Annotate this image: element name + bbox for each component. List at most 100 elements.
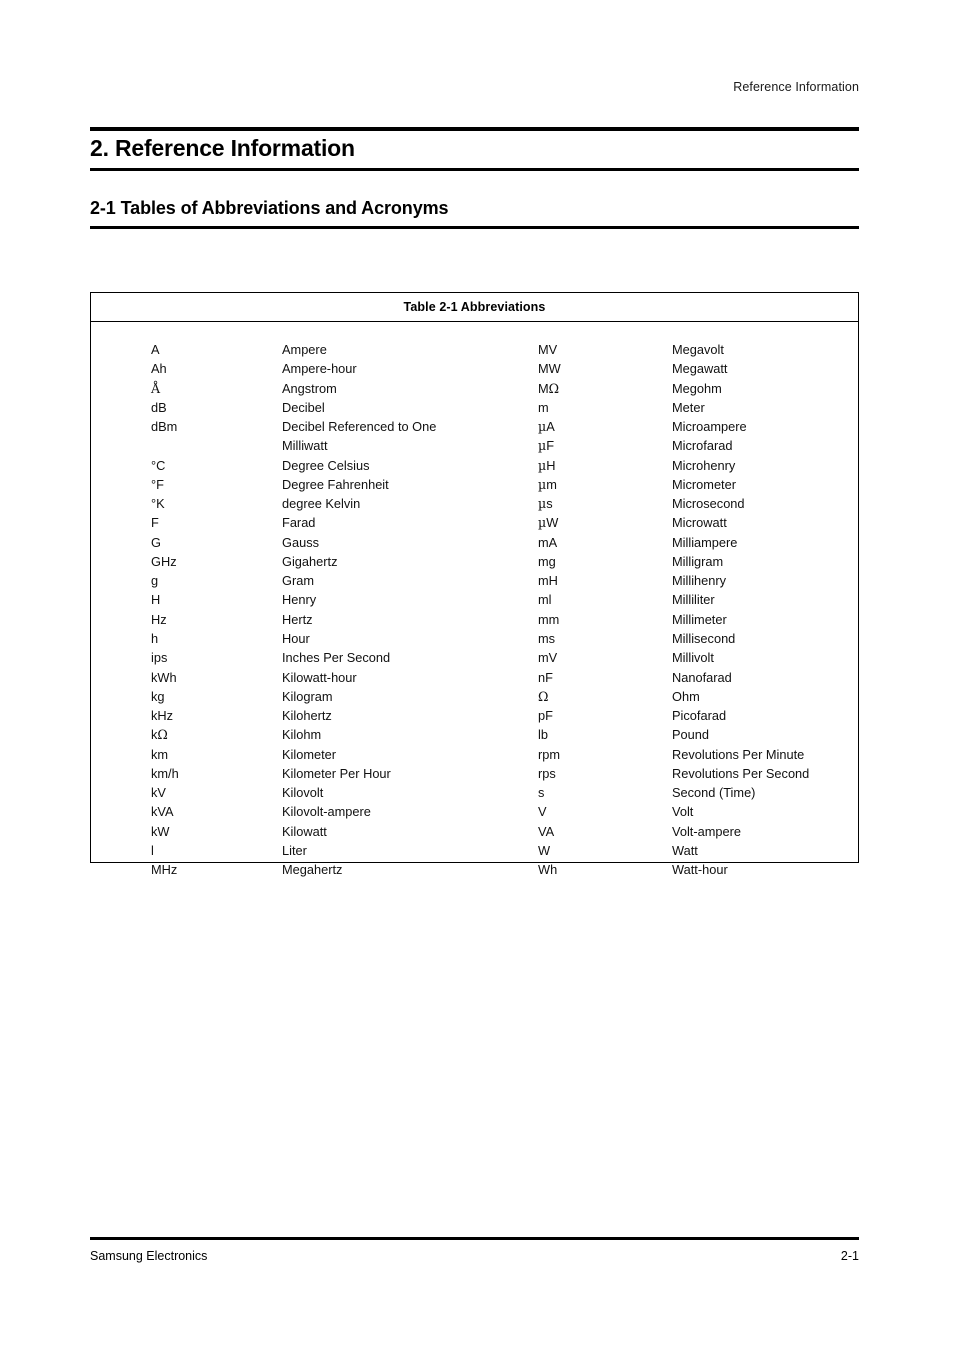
definition-cell: Microfarad: [672, 438, 733, 454]
definition-cell: Volt-ampere: [672, 823, 741, 839]
chapter-title: 2. Reference Information: [90, 135, 355, 161]
definition-cell: Angstrom: [282, 380, 337, 396]
definition-cell: Microampere: [672, 419, 747, 435]
definition-cell: Megawatt: [672, 361, 728, 377]
definition-cell: Ampere: [282, 342, 327, 357]
definition-cell: Ampere-hour: [282, 361, 357, 377]
abbreviation-cell: MW: [538, 361, 561, 377]
table-row: MΩ Megohm: [538, 379, 848, 398]
table-row: rps Revolutions Per Second: [538, 764, 848, 783]
abbreviation-cell: Hz: [151, 611, 167, 627]
abbreviation-cell: dB: [151, 399, 167, 415]
abbreviation-cell: MV: [538, 342, 558, 357]
definition-cell: Gigahertz: [282, 553, 338, 569]
table-row: MV Megavolt: [538, 340, 848, 359]
table-row: MHz Megahertz: [151, 860, 541, 879]
table-row: kΩ Kilohm: [151, 725, 541, 744]
definition-cell: Farad: [282, 515, 316, 531]
table-row: g Gram: [151, 571, 541, 590]
table-row: µA Microampere: [538, 417, 848, 436]
table-row: mm Millimeter: [538, 610, 848, 629]
table-row: Å Angstrom: [151, 379, 541, 398]
table-row: dBm Decibel Referenced to One: [151, 417, 541, 436]
abbreviation-cell: µF: [538, 438, 555, 454]
definition-cell: Volt: [672, 804, 694, 820]
table-row: µW Microwatt: [538, 513, 848, 532]
table-row: ms Millisecond: [538, 629, 848, 648]
chapter-rule-bottom: [90, 167, 859, 171]
table-row: G Gauss: [151, 533, 541, 552]
definition-cell: Microsecond: [672, 496, 745, 512]
abbreviation-cell: ips: [151, 650, 168, 666]
abbreviation-cell: kW: [151, 823, 170, 839]
abbreviation-cell: µA: [538, 419, 555, 435]
abbreviation-cell: m: [538, 399, 549, 415]
abbreviation-cell: Ω: [538, 688, 549, 704]
section-title: 2-1 Tables of Abbreviations and Acronyms: [90, 198, 449, 218]
table-row: kW Kilowatt: [151, 822, 541, 841]
abbreviation-cell: °F: [151, 476, 164, 492]
definition-cell: Megavolt: [672, 342, 724, 357]
definition-cell: Milligram: [672, 553, 724, 569]
table-row: kVA Kilovolt-ampere: [151, 802, 541, 821]
table-row: °F Degree Fahrenheit: [151, 475, 541, 494]
definition-cell: Milliliter: [672, 592, 715, 608]
table-row: VA Volt-ampere: [538, 822, 848, 841]
table-row: Ah Ampere-hour: [151, 359, 541, 378]
abbreviation-cell: mm: [538, 611, 560, 627]
abbreviation-cell: VA: [538, 823, 555, 839]
definition-cell: Megahertz: [282, 862, 343, 878]
document-page: Reference Information 2. Reference Infor…: [0, 0, 954, 1348]
abbreviation-cell: mH: [538, 573, 558, 589]
abbreviation-cell: mg: [538, 553, 556, 569]
table-row: mg Milligram: [538, 552, 848, 571]
table-row: s Second (Time): [538, 783, 848, 802]
table-row: Milliwatt: [151, 436, 541, 455]
abbreviation-cell: µH: [538, 457, 556, 473]
abbreviation-cell: pF: [538, 708, 553, 724]
definition-cell: Kilogram: [282, 688, 333, 704]
definition-cell: Micrometer: [672, 476, 736, 492]
table-row: µs Microsecond: [538, 494, 848, 513]
definition-cell: Millivolt: [672, 650, 714, 666]
chapter-heading-block: 2. Reference Information: [90, 127, 859, 171]
abbreviation-cell: km/h: [151, 765, 179, 781]
abbreviation-cell: s: [538, 785, 545, 801]
definition-cell: degree Kelvin: [282, 496, 361, 512]
abbreviation-cell: A: [151, 342, 160, 357]
table-row: Hz Hertz: [151, 610, 541, 629]
definition-cell: Megohm: [672, 380, 722, 396]
definition-cell: Second (Time): [672, 785, 756, 801]
definition-cell: Millihenry: [672, 573, 727, 589]
table-row: mH Millihenry: [538, 571, 848, 590]
definition-cell: Inches Per Second: [282, 650, 391, 666]
definition-cell: Pound: [672, 727, 710, 743]
table-row: V Volt: [538, 802, 848, 821]
table-row: µF Microfarad: [538, 436, 848, 455]
definition-cell: Watt-hour: [672, 862, 728, 878]
abbreviation-cell: h: [151, 630, 159, 646]
table-row: mA Milliampere: [538, 533, 848, 552]
definition-cell: Degree Celsius: [282, 457, 370, 473]
table-row: kHz Kilohertz: [151, 706, 541, 725]
abbreviation-cell: kVA: [151, 804, 174, 820]
definition-cell: Microhenry: [672, 457, 736, 473]
abbreviation-cell: mA: [538, 534, 558, 550]
running-header: Reference Information: [733, 80, 859, 94]
definition-cell: Kilometer Per Hour: [282, 765, 391, 781]
abbreviation-cell: °K: [151, 496, 165, 512]
table-row: °K degree Kelvin: [151, 494, 541, 513]
table-row: Wh Watt-hour: [538, 860, 848, 879]
table-row: ml Milliliter: [538, 590, 848, 609]
abbreviation-cell: MΩ: [538, 380, 560, 396]
table-row: µm Micrometer: [538, 475, 848, 494]
abbreviation-cell: rps: [538, 765, 556, 781]
table-row: MW Megawatt: [538, 359, 848, 378]
abbreviation-cell: rpm: [538, 746, 561, 762]
definition-cell: Kilowatt-hour: [282, 669, 357, 685]
abbreviation-cell: MHz: [151, 862, 178, 878]
definition-cell: Millisecond: [672, 630, 736, 646]
abbreviations-table: Table 2-1 Abbreviations A Ampere Ah Ampere-…: [90, 292, 859, 877]
table-row: km/h Kilometer Per Hour: [151, 764, 541, 783]
table-row: dB Decibel: [151, 398, 541, 417]
